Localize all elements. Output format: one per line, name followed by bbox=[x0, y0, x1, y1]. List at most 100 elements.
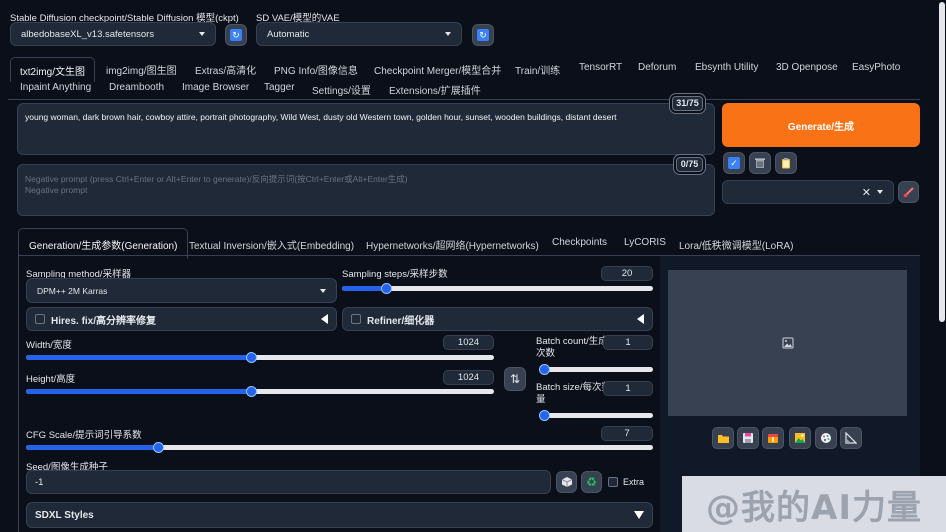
hires-fix-accordion[interactable]: Hires. fix/高分辨率修复 bbox=[26, 307, 337, 331]
refresh-icon: ↻ bbox=[477, 29, 489, 41]
height-input[interactable]: 1024 bbox=[443, 370, 494, 385]
sampling-steps-input[interactable]: 20 bbox=[601, 266, 653, 281]
close-icon[interactable]: ✕ bbox=[862, 186, 871, 199]
batch-count-label-line1: Batch count/生成 bbox=[536, 336, 608, 347]
prompt-text: young woman, dark brown hair, cowboy att… bbox=[25, 112, 617, 122]
recycle-icon: ♻ bbox=[586, 475, 597, 489]
tab-img2img[interactable]: img2img/图生图 bbox=[106, 62, 177, 77]
watermark-text: @我的AI力量 bbox=[706, 487, 922, 528]
refresh-icon: ↻ bbox=[230, 29, 242, 41]
send-to-inpaint-button[interactable] bbox=[815, 427, 837, 449]
send-to-extras-icon bbox=[845, 432, 857, 444]
seed-input[interactable]: -1 bbox=[26, 470, 551, 494]
zip-icon bbox=[768, 434, 778, 443]
subtab-lycoris[interactable]: LyCORIS bbox=[624, 237, 666, 248]
cfg-scale-slider[interactable] bbox=[26, 442, 653, 453]
subtab-textual-inversion[interactable]: Textual Inversion/嵌入式(Embedding) bbox=[189, 237, 354, 252]
seed-value: -1 bbox=[35, 476, 44, 488]
collapse-arrow-icon bbox=[637, 314, 644, 324]
height-slider[interactable] bbox=[26, 386, 494, 397]
sdxl-styles-accordion[interactable]: SDXL Styles bbox=[26, 502, 653, 528]
sampling-steps-slider[interactable] bbox=[342, 283, 653, 294]
batch-size-slider[interactable] bbox=[539, 410, 653, 421]
refiner-checkbox[interactable] bbox=[351, 314, 361, 324]
refiner-accordion[interactable]: Refiner/细化器 bbox=[342, 307, 653, 331]
subtab-lora[interactable]: Lora/低秩微调模型(LoRA) bbox=[679, 237, 793, 252]
batch-size-input[interactable]: 1 bbox=[603, 381, 653, 396]
zip-button[interactable] bbox=[762, 427, 784, 449]
tab-easyphoto[interactable]: EasyPhoto bbox=[852, 62, 900, 73]
slider-handle[interactable] bbox=[539, 410, 550, 421]
chevron-down-icon bbox=[199, 32, 205, 36]
checkpoint-dropdown[interactable]: albedobaseXL_v13.safetensors bbox=[10, 22, 216, 46]
width-slider[interactable] bbox=[26, 352, 494, 363]
refiner-label: Refiner/细化器 bbox=[367, 315, 435, 327]
batch-count-slider[interactable] bbox=[539, 364, 653, 375]
trash-icon bbox=[755, 158, 765, 168]
vae-refresh-button[interactable]: ↻ bbox=[472, 24, 494, 46]
width-input[interactable]: 1024 bbox=[443, 335, 494, 350]
tabs-divider bbox=[8, 99, 920, 100]
slider-handle[interactable] bbox=[381, 283, 392, 294]
generate-button[interactable]: Generate/生成 bbox=[722, 103, 920, 147]
swap-dimensions-button[interactable]: ⇅ bbox=[504, 367, 526, 391]
checkpoint-refresh-button[interactable]: ↻ bbox=[225, 24, 247, 46]
tab-image-browser[interactable]: Image Browser bbox=[182, 82, 249, 93]
tab-extras[interactable]: Extras/高清化 bbox=[195, 62, 256, 77]
extra-checkbox[interactable] bbox=[608, 477, 618, 487]
tab-settings[interactable]: Settings/设置 bbox=[312, 82, 371, 97]
scrollbar-track[interactable] bbox=[938, 0, 946, 476]
scrollbar-thumb[interactable] bbox=[939, 2, 945, 322]
slider-handle[interactable] bbox=[153, 442, 164, 453]
tab-txt2img[interactable]: txt2img/文生图 bbox=[10, 57, 96, 82]
tab-checkpoint-merger[interactable]: Checkpoint Merger/模型合并 bbox=[374, 62, 501, 77]
batch-size-label: Batch size/每次数 量 bbox=[536, 382, 611, 406]
batch-size-label-line2: 量 bbox=[536, 394, 546, 405]
tab-extensions[interactable]: Extensions/扩展插件 bbox=[389, 82, 481, 97]
negative-prompt-token-counter: 0/75 bbox=[676, 157, 703, 172]
prompt-textarea[interactable]: young woman, dark brown hair, cowboy att… bbox=[17, 103, 715, 155]
tab-3d-openpose[interactable]: 3D Openpose bbox=[776, 62, 838, 73]
negative-prompt-textarea[interactable]: Negative prompt (press Ctrl+Enter or Alt… bbox=[17, 164, 715, 216]
subtab-hypernetworks[interactable]: Hypernetworks/超网络(Hypernetworks) bbox=[366, 237, 539, 252]
tab-tensorrt[interactable]: TensorRT bbox=[579, 62, 622, 73]
slider-handle[interactable] bbox=[246, 352, 257, 363]
checkpoint-value: albedobaseXL_v13.safetensors bbox=[21, 28, 155, 40]
watermark: @我的AI力量 bbox=[682, 476, 946, 532]
cfg-scale-input[interactable]: 7 bbox=[601, 426, 653, 441]
batch-count-label-line2: 次数 bbox=[536, 348, 556, 359]
expand-arrow-icon bbox=[634, 511, 644, 519]
save-button[interactable] bbox=[737, 427, 759, 449]
hires-fix-checkbox[interactable] bbox=[35, 314, 45, 324]
tab-ebsynth-utility[interactable]: Ebsynth Utility bbox=[695, 62, 758, 73]
tab-dreambooth[interactable]: Dreambooth bbox=[109, 82, 164, 93]
slider-handle[interactable] bbox=[539, 364, 550, 375]
vae-dropdown[interactable]: Automatic bbox=[256, 22, 462, 46]
send-to-img2img-button[interactable] bbox=[789, 427, 811, 449]
clear-prompt-button[interactable] bbox=[749, 152, 771, 174]
hires-fix-label: Hires. fix/高分辨率修复 bbox=[51, 315, 157, 327]
swap-icon: ⇅ bbox=[509, 372, 521, 386]
tab-png-info[interactable]: PNG Info/图像信息 bbox=[274, 62, 358, 77]
style-clipboard-button[interactable] bbox=[775, 152, 797, 174]
negative-prompt-placeholder: Negative prompt (press Ctrl+Enter or Alt… bbox=[25, 174, 408, 184]
open-folder-button[interactable] bbox=[712, 427, 734, 449]
subtab-checkpoints[interactable]: Checkpoints bbox=[552, 237, 607, 248]
tab-inpaint-anything[interactable]: Inpaint Anything bbox=[20, 82, 91, 93]
random-seed-button[interactable] bbox=[556, 471, 577, 493]
sampling-method-dropdown[interactable]: DPM++ 2M Karras bbox=[26, 278, 337, 303]
slider-fill bbox=[26, 445, 158, 450]
tab-deforum[interactable]: Deforum bbox=[638, 62, 676, 73]
tab-tagger[interactable]: Tagger bbox=[264, 82, 295, 93]
styles-dropdown[interactable]: ✕ bbox=[722, 180, 894, 204]
batch-count-input[interactable]: 1 bbox=[603, 335, 653, 350]
send-to-img2img-icon bbox=[795, 433, 805, 443]
send-to-extras-button[interactable] bbox=[840, 427, 862, 449]
paste-prompt-button[interactable]: ✓ bbox=[723, 152, 745, 174]
slider-handle[interactable] bbox=[246, 386, 257, 397]
edit-styles-button[interactable] bbox=[898, 181, 919, 203]
extra-seed-toggle[interactable]: Extra bbox=[608, 477, 644, 487]
folder-icon bbox=[717, 434, 729, 443]
reuse-seed-button[interactable]: ♻ bbox=[581, 471, 602, 493]
tab-train[interactable]: Train/训练 bbox=[515, 62, 560, 77]
